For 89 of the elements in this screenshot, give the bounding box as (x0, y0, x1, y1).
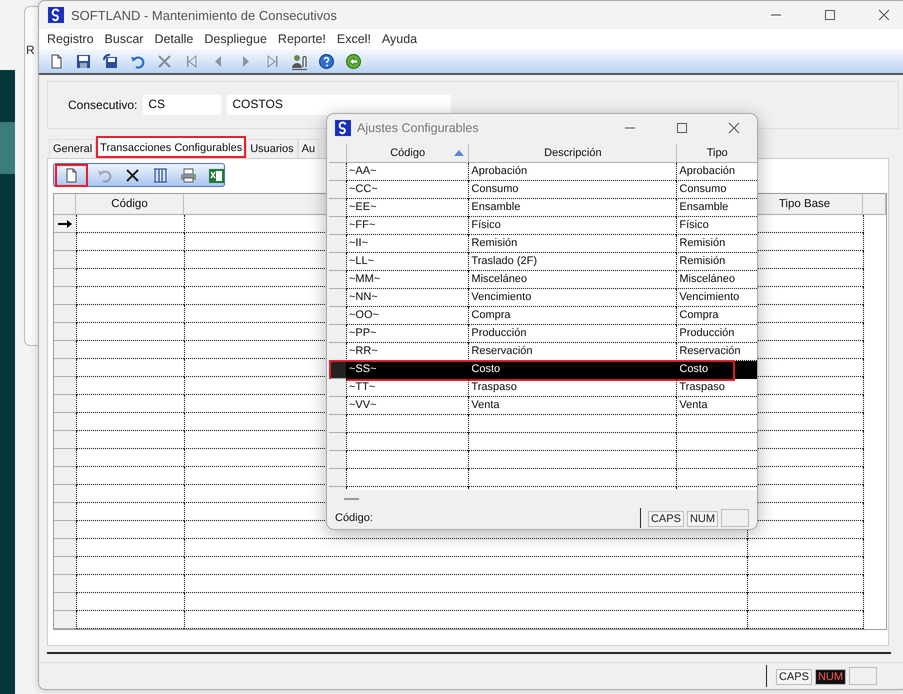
table-cell: Reservación (468, 343, 676, 361)
table-cell: Remisión (676, 253, 757, 271)
status-indicator (721, 509, 749, 527)
column-header[interactable]: Descripción (468, 144, 676, 162)
status-indicator: NUM (814, 669, 846, 685)
column-header[interactable]: Tipo (676, 144, 757, 162)
table-cell: Producción (468, 325, 676, 343)
code-field[interactable]: CS (143, 95, 222, 115)
tab[interactable]: Au (298, 139, 320, 158)
table-cell: ~FF~ (346, 217, 468, 235)
menu-item[interactable]: Ayuda (382, 32, 418, 46)
menu-item[interactable]: Excel! (336, 32, 371, 46)
spreadsheet-icon (208, 166, 225, 184)
table-cell: Costo (676, 361, 757, 379)
column-header[interactable]: Código (346, 144, 468, 162)
table-cell: ~NN~ (346, 289, 468, 307)
menu-item[interactable]: Registro (47, 32, 94, 46)
current-row-arrow-icon (58, 220, 72, 228)
column-header[interactable]: Código (76, 194, 184, 214)
dialog-title: Ajustes Configurables (357, 121, 480, 135)
close-icon (878, 9, 890, 21)
save-icon (75, 52, 92, 70)
table-cell: ~MM~ (346, 271, 468, 289)
status-indicator: CAPS (648, 511, 684, 527)
row-header[interactable] (329, 361, 346, 379)
close-icon (728, 122, 740, 134)
table-cell: Traspaso (468, 379, 676, 397)
table-cell: Misceláneo (676, 271, 757, 289)
status-indicator: NUM (686, 511, 718, 527)
delete-icon (156, 52, 173, 70)
table-cell: ~PP~ (346, 325, 468, 343)
maximize-icon (824, 9, 836, 21)
table-cell: Físico (468, 217, 676, 235)
table-cell: Consumo (676, 181, 757, 199)
table-cell: ~CC~ (346, 181, 468, 199)
table-cell: Aprobación (676, 163, 757, 181)
window-title: SOFTLAND - Mantenimiento de Consecutivos (71, 8, 338, 22)
tab[interactable]: Usuarios (246, 139, 298, 158)
table-cell: Remisión (676, 235, 757, 253)
table-cell: Costo (468, 361, 676, 379)
table-cell: ~TT~ (346, 379, 468, 397)
table-cell: Producción (676, 325, 757, 343)
app-logo-icon (335, 120, 351, 136)
status-indicator (849, 667, 877, 685)
table-cell: Compra (468, 307, 676, 325)
description-field[interactable]: COSTOS (227, 95, 452, 115)
table-cell: Consumo (468, 181, 676, 199)
table-cell: Compra (676, 307, 757, 325)
table-cell: ~LL~ (346, 253, 468, 271)
status-indicator: CAPS (776, 669, 812, 685)
table-cell: ~II~ (346, 235, 468, 253)
tab[interactable]: Transacciones Configurables (96, 136, 246, 158)
toolbar-button[interactable] (55, 164, 88, 186)
table-cell: Venta (468, 397, 676, 415)
columns-icon (152, 166, 169, 184)
table-cell: ~VV~ (346, 397, 468, 415)
table-cell: Físico (676, 217, 757, 235)
help-icon (318, 52, 335, 70)
table-cell: ~AA~ (346, 163, 468, 181)
menu-item[interactable]: Buscar (104, 32, 144, 46)
printer-icon (180, 166, 197, 184)
user-attachment-icon (291, 52, 308, 70)
table-cell: ~SS~ (346, 361, 468, 379)
tab[interactable]: General (49, 139, 96, 158)
menu-item[interactable]: Despliegue (204, 32, 267, 46)
app-logo-icon (48, 7, 64, 23)
field-label: Consecutivo: (68, 98, 138, 112)
table-cell: Ensamble (468, 199, 676, 217)
table-cell: Traslado (2F) (468, 253, 676, 271)
table-cell: Ensamble (676, 199, 757, 217)
table-cell: Vencimiento (676, 289, 757, 307)
scrollbar-thumb[interactable] (344, 498, 359, 500)
table-cell: Remisión (468, 235, 676, 253)
table-cell: Traspaso (676, 379, 757, 397)
table-cell: ~EE~ (346, 199, 468, 217)
table-cell: Aprobación (468, 163, 676, 181)
menu-item[interactable]: Reporte! (278, 32, 326, 46)
save-all-icon (102, 52, 119, 70)
table-cell: Venta (676, 397, 757, 415)
row-header[interactable] (54, 215, 76, 233)
delete-icon (124, 166, 141, 184)
table-cell: Misceláneo (468, 271, 676, 289)
maximize-icon (676, 122, 688, 134)
table-cell: ~RR~ (346, 343, 468, 361)
menu-item[interactable]: Detalle (154, 32, 194, 46)
sort-ascending-icon (454, 150, 464, 156)
table-cell: ~OO~ (346, 307, 468, 325)
status-label: Código: (335, 512, 374, 524)
table-cell: Vencimiento (468, 289, 676, 307)
